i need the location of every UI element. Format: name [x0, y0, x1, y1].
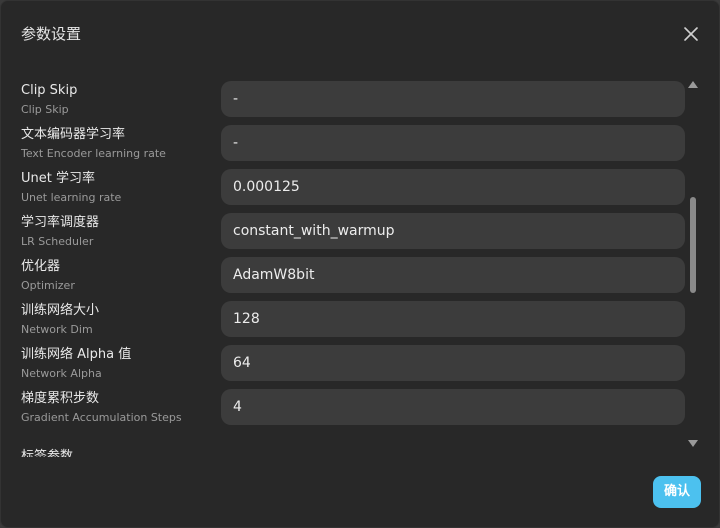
close-button[interactable]	[679, 22, 703, 46]
param-label: Unet 学习率	[21, 171, 95, 186]
param-row-network-dim: 训练网络大小 Network Dim 128	[1, 297, 701, 341]
network-dim-field[interactable]: 128	[221, 301, 685, 337]
param-row-gradient-accumulation: 梯度累积步数 Gradient Accumulation Steps 4	[1, 385, 701, 429]
confirm-button[interactable]: 确认	[653, 476, 701, 508]
param-label: 优化器	[21, 259, 61, 274]
param-label: 训练网络大小	[21, 303, 100, 318]
param-row-clip-skip: Clip Skip Clip Skip -	[1, 77, 701, 121]
param-row-lr-scheduler: 学习率调度器 LR Scheduler constant_with_warmup	[1, 209, 701, 253]
param-label: 训练网络 Alpha 值	[21, 347, 132, 362]
gradient-accumulation-field[interactable]: 4	[221, 389, 685, 425]
scrollbar[interactable]	[685, 73, 701, 455]
param-row-unet-lr: Unet 学习率 Unet learning rate 0.000125	[1, 165, 701, 209]
param-sublabel: Network Dim	[21, 323, 93, 336]
param-row-text-encoder-lr: 文本编码器学习率 Text Encoder learning rate -	[1, 121, 701, 165]
params-list: Clip Skip Clip Skip - 文本编码器学习率 Text Enco…	[1, 77, 701, 457]
param-row-network-alpha: 训练网络 Alpha 值 Network Alpha 64	[1, 341, 701, 385]
param-row-optimizer: 优化器 Optimizer AdamW8bit	[1, 253, 701, 297]
dialog-title: 参数设置	[21, 25, 82, 43]
param-label: 文本编码器学习率	[21, 127, 126, 142]
lr-scheduler-field[interactable]: constant_with_warmup	[221, 213, 685, 249]
param-label: 学习率调度器	[21, 215, 100, 230]
param-sublabel: Clip Skip	[21, 103, 69, 116]
param-label: Clip Skip	[21, 83, 78, 98]
text-encoder-lr-field[interactable]: -	[221, 125, 685, 161]
unet-lr-field[interactable]: 0.000125	[221, 169, 685, 205]
param-label: 梯度累积步数	[21, 391, 100, 406]
next-section-heading: 标签参数	[21, 449, 74, 457]
param-sublabel: LR Scheduler	[21, 235, 94, 248]
optimizer-field[interactable]: AdamW8bit	[221, 257, 685, 293]
scroll-up-icon[interactable]	[688, 81, 698, 88]
param-sublabel: Text Encoder learning rate	[21, 147, 166, 160]
param-sublabel: Unet learning rate	[21, 191, 122, 204]
close-icon	[684, 27, 698, 41]
param-sublabel: Optimizer	[21, 279, 75, 292]
param-sublabel: Network Alpha	[21, 367, 102, 380]
param-sublabel: Gradient Accumulation Steps	[21, 411, 182, 424]
network-alpha-field[interactable]: 64	[221, 345, 685, 381]
scrollbar-thumb[interactable]	[690, 197, 696, 293]
settings-dialog: 参数设置 Clip Skip Clip Skip - 文本编码器学习率 Text…	[0, 0, 720, 528]
scroll-down-icon[interactable]	[688, 440, 698, 447]
clip-skip-field[interactable]: -	[221, 81, 685, 117]
